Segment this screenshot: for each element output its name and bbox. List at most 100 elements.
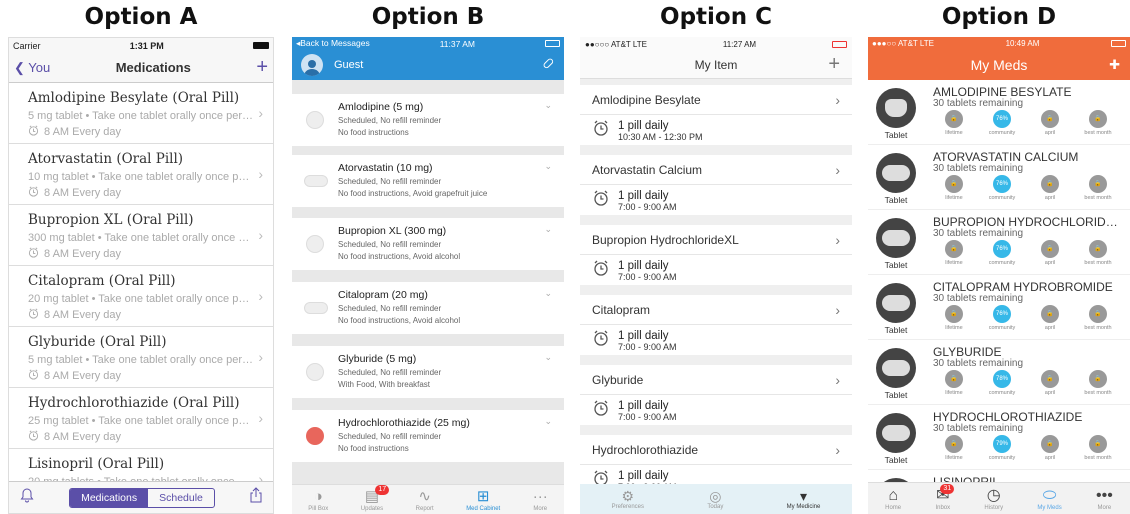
tab-today[interactable]: ◎ Today	[707, 488, 723, 510]
medication-card[interactable]: Amlodipine (5 mg) Scheduled, No refill re…	[292, 94, 564, 146]
medication-name: Lisinopril (Oral Pill)	[28, 456, 165, 472]
tab-my-meds[interactable]: ⬭ My Meds	[1037, 486, 1061, 511]
medication-card[interactable]: Hydrochlorothiazide (25 mg) Scheduled, No…	[292, 410, 564, 462]
tab-updates[interactable]: ▤ 17 Updates	[361, 484, 390, 512]
option-b-panel: Option B ◂Back to Messages 11:37 AM Gues…	[292, 0, 564, 514]
add-icon[interactable]: +	[828, 53, 840, 76]
badge-lifetime[interactable]: 🔒 lifetime	[930, 110, 978, 136]
chevron-down-icon[interactable]: ⌄	[544, 224, 552, 235]
badge-community[interactable]: 78% community	[978, 370, 1026, 396]
medication-row[interactable]: Bupropion XL (Oral Pill) 300 mg tablet • …	[9, 205, 273, 266]
badge-lifetime[interactable]: 🔒 lifetime	[930, 435, 978, 461]
badge-lifetime[interactable]: 🔒 lifetime	[930, 240, 978, 266]
medication-row[interactable]: Hydrochlorothiazide (Oral Pill) 25 mg tab…	[9, 388, 273, 449]
badge-lifetime[interactable]: 🔒 lifetime	[930, 370, 978, 396]
tab-preferences[interactable]: ⚙ Preferences	[612, 488, 644, 510]
item-card[interactable]: Citalopram › 1 pill daily 7:00 - 9:00 AM	[580, 295, 852, 355]
item-schedule: 1 pill daily7:00 - 9:00 AM	[580, 255, 852, 282]
tab-my-medicine[interactable]: ▾ My Medicine	[787, 488, 821, 510]
badge-april[interactable]: 🔒 april	[1026, 370, 1074, 396]
badge-april[interactable]: 🔒 april	[1026, 240, 1074, 266]
back-to-messages-link[interactable]: ◂Back to Messages	[296, 38, 370, 49]
item-header[interactable]: Citalopram ›	[580, 295, 852, 325]
chevron-down-icon[interactable]: ⌄	[544, 100, 552, 111]
tab-inbox[interactable]: ✉ 31 Inbox	[935, 484, 955, 511]
badge-best-month[interactable]: 🔒 best month	[1074, 305, 1122, 331]
dose-text: 1 pill daily	[618, 329, 669, 342]
bell-icon[interactable]	[19, 487, 35, 508]
item-header[interactable]: Glyburide ›	[580, 365, 852, 395]
item-header[interactable]: Hydrochlorothiazide ›	[580, 435, 852, 465]
med-row[interactable]: Tablet CITALOPRAM HYDROBROMIDE 30 tablets …	[868, 275, 1130, 340]
badge-best-month[interactable]: 🔒 best month	[1074, 370, 1122, 396]
badge-april[interactable]: 🔒 april	[1026, 175, 1074, 201]
med-row[interactable]: Tablet GLYBURIDE 30 tablets remaining 🔒 life…	[868, 340, 1130, 405]
item-header[interactable]: Atorvastatin Calcium ›	[580, 155, 852, 185]
tablet-shape	[882, 425, 910, 441]
badge-community[interactable]: 79% community	[978, 435, 1026, 461]
medication-card[interactable]: Bupropion XL (300 mg) Scheduled, No refil…	[292, 218, 564, 270]
badge-label: april	[1044, 260, 1056, 266]
tab-report[interactable]: ∿ Report	[416, 488, 434, 512]
item-card[interactable]: Bupropion HydrochlorideXL › 1 pill daily 7:…	[580, 225, 852, 285]
medication-schedule: 8 AM Every day	[28, 186, 273, 200]
medication-row[interactable]: Citalopram (Oral Pill) 20 mg tablet • Tak…	[9, 266, 273, 327]
pill-add-icon[interactable]	[541, 56, 555, 75]
badge-label: community	[988, 195, 1016, 201]
pill-form-label: Tablet	[884, 455, 908, 465]
segment-medications[interactable]: Medications	[70, 488, 149, 507]
option-c-title: Option C	[660, 4, 772, 30]
avatar[interactable]	[301, 54, 323, 76]
badge-community[interactable]: 76% community	[978, 305, 1026, 331]
medication-row[interactable]: Atorvastatin (Oral Pill) 10 mg tablet • T…	[9, 144, 273, 205]
medication-card[interactable]: Citalopram (20 mg) Scheduled, No refill r…	[292, 282, 564, 334]
medication-card[interactable]: Glyburide (5 mg) Scheduled, No refill rem…	[292, 346, 564, 398]
pill-image	[876, 218, 916, 258]
badge-community[interactable]: 76% community	[978, 240, 1026, 266]
chevron-down-icon[interactable]: ⌄	[544, 288, 552, 299]
badge-april[interactable]: 🔒 april	[1026, 110, 1074, 136]
badge-label: best month	[1084, 130, 1112, 136]
badge-best-month[interactable]: 🔒 best month	[1074, 175, 1122, 201]
back-button[interactable]: ❮ You	[14, 60, 50, 76]
med-row[interactable]: Tablet ATORVASTATIN CALCIUM 30 tablets rem…	[868, 145, 1130, 210]
item-card[interactable]: Amlodipine Besylate › 1 pill daily 10:30 AM…	[580, 85, 852, 145]
item-card[interactable]: Atorvastatin Calcium › 1 pill daily 7:00 - …	[580, 155, 852, 215]
tab-pill-box[interactable]: ◑ Pill Box	[308, 488, 328, 512]
tab-label: Home	[885, 505, 902, 511]
tab-med-cabinet[interactable]: ⊞ Med Cabinet	[466, 488, 500, 512]
lock-icon: 🔒	[945, 370, 963, 388]
tab-history[interactable]: ◷ History	[984, 486, 1003, 511]
badge-community[interactable]: 76% community	[978, 110, 1026, 136]
pill-image	[876, 153, 916, 193]
med-row[interactable]: Tablet BUPROPION HYDROCHLORIDE XL 30 table…	[868, 210, 1130, 275]
medication-card[interactable]: Atorvastatin (10 mg) Scheduled, No refill…	[292, 155, 564, 207]
med-row[interactable]: Tablet AMLODIPINE BESYLATE 30 tablets rema…	[868, 80, 1130, 145]
medication-row[interactable]: Glyburide (Oral Pill) 5 mg tablet • Take …	[9, 327, 273, 388]
add-icon[interactable]: +	[256, 56, 268, 79]
badge-best-month[interactable]: 🔒 best month	[1074, 110, 1122, 136]
badge-lifetime[interactable]: 🔒 lifetime	[930, 305, 978, 331]
chevron-down-icon[interactable]: ⌄	[544, 161, 552, 172]
badge-community[interactable]: 76% community	[978, 175, 1026, 201]
tab-home[interactable]: ⌂ Home	[885, 486, 901, 511]
badge-april[interactable]: 🔒 april	[1026, 435, 1074, 461]
header: ●●●○○ AT&T LTE 10:49 AM My Meds ✚	[868, 37, 1130, 80]
item-card[interactable]: Glyburide › 1 pill daily 7:00 - 9:00 AM	[580, 365, 852, 425]
tab-more[interactable]: ··· More	[533, 488, 548, 512]
chevron-down-icon[interactable]: ⌄	[544, 352, 552, 363]
share-icon[interactable]	[249, 487, 263, 508]
medication-row[interactable]: Amlodipine Besylate (Oral Pill) 5 mg tabl…	[9, 83, 273, 144]
badge-lifetime[interactable]: 🔒 lifetime	[930, 175, 978, 201]
item-header[interactable]: Amlodipine Besylate ›	[580, 85, 852, 115]
badge-best-month[interactable]: 🔒 best month	[1074, 240, 1122, 266]
badge-best-month[interactable]: 🔒 best month	[1074, 435, 1122, 461]
add-med-icon[interactable]: ✚	[1109, 57, 1120, 73]
chevron-down-icon[interactable]: ⌄	[544, 416, 552, 427]
med-row[interactable]: Tablet HYDROCHLOROTHIAZIDE 30 tablets rema…	[868, 405, 1130, 470]
segment-schedule[interactable]: Schedule	[148, 489, 214, 507]
tab-more[interactable]: ••• More	[1096, 486, 1113, 511]
time-window: 10:30 AM - 12:30 PM	[618, 131, 703, 142]
item-header[interactable]: Bupropion HydrochlorideXL ›	[580, 225, 852, 255]
badge-april[interactable]: 🔒 april	[1026, 305, 1074, 331]
